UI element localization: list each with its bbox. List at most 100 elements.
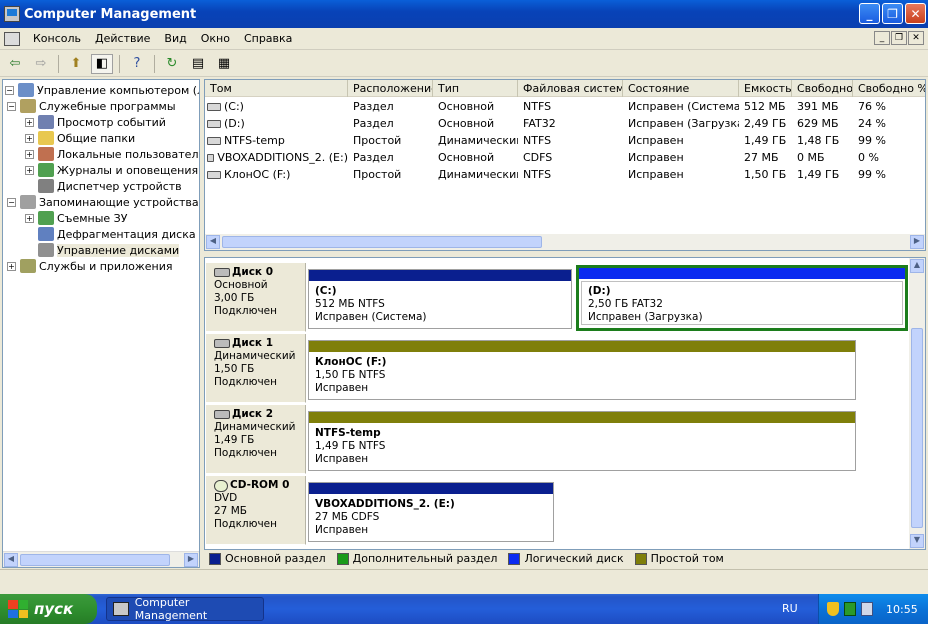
- expand-icon[interactable]: +: [25, 165, 34, 175]
- table-cell: Исправен: [628, 151, 684, 164]
- expand-icon[interactable]: +: [25, 117, 34, 127]
- system-tray: 10:55: [818, 594, 928, 624]
- disk-status: Подключен: [214, 305, 277, 317]
- tree-item-label: Общие папки: [57, 131, 136, 145]
- language-indicator[interactable]: RU: [782, 602, 798, 615]
- disk-status: Подключен: [214, 376, 277, 388]
- disk-info[interactable]: Диск 0 Основной 3,00 ГБ Подключен: [206, 263, 306, 332]
- console-window-icon[interactable]: [4, 31, 20, 46]
- properties-icon[interactable]: ▤: [187, 54, 209, 74]
- collapse-icon[interactable]: −: [7, 197, 16, 207]
- partition-block[interactable]: NTFS-temp 1,49 ГБ NTFS Исправен: [308, 411, 856, 471]
- legend-item: Простой том: [634, 552, 724, 565]
- partition-block[interactable]: VBOXADDITIONS_2. (E:) 27 МБ CDFS Исправен: [308, 482, 554, 542]
- tree-item[interactable]: Диспетчер устройств: [25, 178, 182, 194]
- table-cell: 0 %: [858, 151, 879, 164]
- scroll-thumb[interactable]: [20, 554, 170, 566]
- collapse-icon[interactable]: −: [5, 85, 14, 95]
- menu-view[interactable]: Вид: [157, 32, 193, 45]
- tree-item[interactable]: − Служебные программы: [7, 98, 176, 114]
- partition-size: 1,49 ГБ NTFS: [315, 440, 386, 452]
- help-icon[interactable]: ?: [126, 54, 148, 74]
- table-cell: 391 МБ: [797, 100, 839, 113]
- disk-info[interactable]: Диск 1 Динамический 1,50 ГБ Подключен: [206, 334, 306, 403]
- collapse-icon[interactable]: −: [7, 101, 16, 111]
- menu-window[interactable]: Окно: [194, 32, 237, 45]
- show-hide-tree-icon[interactable]: ◧: [91, 53, 113, 74]
- table-row[interactable]: КлонОС (F:) Простой Динамический NTFS Исправ…: [205, 166, 925, 183]
- scroll-up-icon[interactable]: ▲: [910, 259, 924, 273]
- tree-item[interactable]: + Службы и приложения: [7, 258, 172, 274]
- expand-icon[interactable]: +: [25, 149, 34, 159]
- legend-item: Логический диск: [508, 552, 624, 565]
- restore-button[interactable]: ❐: [882, 3, 903, 24]
- expand-icon[interactable]: +: [25, 133, 34, 143]
- up-folder-icon[interactable]: ⬆: [65, 54, 87, 74]
- taskbar-item-computer-management[interactable]: Computer Management: [106, 596, 264, 622]
- forward-icon[interactable]: ⇨: [30, 54, 52, 74]
- table-cell: 99 %: [858, 168, 886, 181]
- scroll-right-icon[interactable]: ▶: [910, 235, 924, 249]
- refresh-icon[interactable]: ↻: [161, 54, 183, 74]
- column-header[interactable]: Свободно: [792, 80, 853, 97]
- column-header[interactable]: Емкость: [739, 80, 792, 97]
- table-row[interactable]: (D:) Раздел Основной FAT32 Исправен (Загрузк…: [205, 115, 925, 132]
- table-cell: Исправен: [628, 168, 684, 181]
- column-header[interactable]: Расположение: [348, 80, 433, 97]
- volume-list-hscrollbar[interactable]: ◀ ▶: [205, 234, 925, 250]
- volume-list-header: Том Расположение Тип Файловая система Состоя…: [205, 80, 925, 97]
- column-header[interactable]: Тип: [433, 80, 518, 97]
- scroll-down-icon[interactable]: ▼: [910, 534, 924, 548]
- table-cell: 2,49 ГБ: [744, 117, 787, 130]
- scroll-right-icon[interactable]: ▶: [184, 553, 198, 567]
- menu-action[interactable]: Действие: [88, 32, 157, 45]
- column-header[interactable]: Свободно %: [853, 80, 925, 97]
- menu-help[interactable]: Справка: [237, 32, 299, 45]
- disk-info[interactable]: Диск 2 Динамический 1,49 ГБ Подключен: [206, 405, 306, 474]
- export-list-icon[interactable]: ▦: [213, 54, 235, 74]
- tree-hscrollbar[interactable]: ◀ ▶: [3, 551, 199, 567]
- scroll-left-icon[interactable]: ◀: [206, 235, 220, 249]
- start-button[interactable]: пуск: [0, 594, 97, 624]
- tree-item[interactable]: + Общие папки: [25, 130, 135, 146]
- tree-item-label: Служебные программы: [39, 99, 176, 113]
- scroll-thumb[interactable]: [911, 328, 923, 528]
- disk-info[interactable]: CD-ROM 0 DVD 27 МБ Подключен: [206, 476, 306, 545]
- scroll-left-icon[interactable]: ◀: [4, 553, 18, 567]
- tree-item[interactable]: Дефрагментация диска: [25, 226, 196, 242]
- computer-management-icon: [113, 602, 129, 616]
- network-icon[interactable]: [844, 602, 856, 616]
- tree-item[interactable]: + Съемные ЗУ: [25, 210, 127, 226]
- minimize-button[interactable]: _: [859, 3, 880, 24]
- expand-icon[interactable]: +: [25, 213, 34, 223]
- partition-block[interactable]: (D:) 2,50 ГБ FAT32 Исправен (Загрузка): [576, 265, 908, 331]
- disk-view-vscrollbar[interactable]: ▲ ▼: [909, 258, 925, 549]
- table-cell: 76 %: [858, 100, 886, 113]
- expand-icon[interactable]: +: [7, 261, 16, 271]
- child-minimize-button[interactable]: _: [874, 31, 890, 45]
- security-shield-icon[interactable]: [827, 602, 839, 616]
- column-header[interactable]: Состояние: [623, 80, 739, 97]
- column-header[interactable]: Том: [205, 80, 348, 97]
- tree-item[interactable]: + Журналы и оповещения пр: [25, 162, 199, 178]
- partition-block[interactable]: КлонОС (F:) 1,50 ГБ NTFS Исправен: [308, 340, 856, 400]
- tree-item[interactable]: + Локальные пользователи и: [25, 146, 199, 162]
- virtualbox-icon[interactable]: [861, 602, 873, 616]
- tree-item[interactable]: + Просмотр событий: [25, 114, 166, 130]
- child-restore-button[interactable]: ❐: [891, 31, 907, 45]
- partition-block[interactable]: (C:) 512 МБ NTFS Исправен (Система): [308, 269, 572, 329]
- scroll-thumb[interactable]: [222, 236, 542, 248]
- table-row[interactable]: NTFS-temp Простой Динамический NTFS Исправен…: [205, 132, 925, 149]
- menu-console[interactable]: Консоль: [26, 32, 88, 45]
- table-row[interactable]: (C:) Раздел Основной NTFS Исправен (Система)…: [205, 98, 925, 115]
- event-viewer-icon: [38, 115, 54, 129]
- partition-name: КлонОС (F:): [315, 356, 387, 368]
- tree-item[interactable]: − Управление компьютером (локаль: [5, 82, 199, 98]
- back-icon[interactable]: ⇦: [4, 54, 26, 74]
- column-header[interactable]: Файловая система: [518, 80, 623, 97]
- tree-item[interactable]: − Запоминающие устройства: [7, 194, 199, 210]
- tree-item[interactable]: Управление дисками: [25, 242, 180, 258]
- close-button[interactable]: ✕: [905, 3, 926, 24]
- child-close-button[interactable]: ✕: [908, 31, 924, 45]
- table-row[interactable]: VBOXADDITIONS_2. (E:) Раздел Основной CDFS И…: [205, 149, 925, 166]
